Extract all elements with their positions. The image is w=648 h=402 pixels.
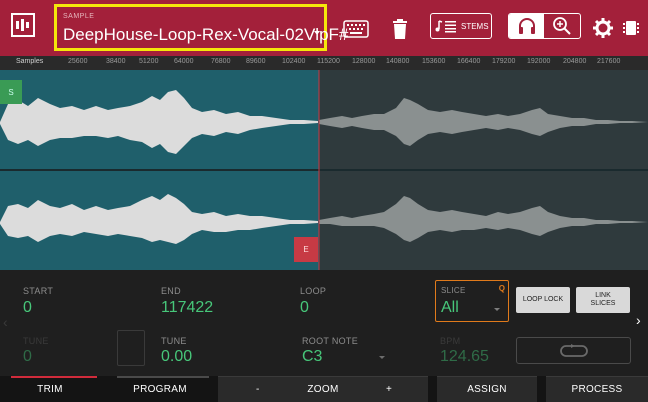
- ruler-tick: 89600: [246, 58, 266, 65]
- header-bar: SAMPLE DeepHouse-Loop-Rex-Vocal-02VlpF#: [0, 0, 648, 56]
- root-note-label: ROOT NOTE: [302, 336, 359, 346]
- ruler-tick: 115200: [317, 58, 340, 65]
- parameter-panel: START 0 END 117422 LOOP 0 SLICE Q All LO…: [0, 270, 648, 376]
- keyboard-icon[interactable]: [343, 20, 369, 38]
- ruler-tick: 51200: [139, 58, 159, 65]
- tune-label: TUNE: [161, 336, 187, 346]
- ruler-tick: 140800: [386, 58, 410, 65]
- chip-icon[interactable]: [623, 19, 639, 37]
- sample-selector[interactable]: SAMPLE DeepHouse-Loop-Rex-Vocal-02VlpF#: [54, 4, 348, 51]
- waveform-view[interactable]: S E: [0, 70, 648, 270]
- slice-label: SLICE: [441, 286, 466, 295]
- end-marker[interactable]: E: [294, 237, 318, 262]
- ruler-tick: 192000: [527, 58, 551, 65]
- slice-value: All: [441, 299, 459, 316]
- chevron-down-icon: [379, 356, 385, 359]
- start-marker[interactable]: S: [0, 80, 22, 104]
- tab-process[interactable]: PROCESS: [546, 376, 648, 402]
- ruler-tick: 128000: [352, 58, 376, 65]
- slice-badge: Q: [498, 284, 505, 293]
- loop-label: LOOP: [300, 286, 327, 296]
- tab-program[interactable]: PROGRAM: [110, 376, 210, 402]
- sample-name: DeepHouse-Loop-Rex-Vocal-02VlpF#: [63, 25, 349, 44]
- view-toggle: [508, 13, 581, 39]
- ruler-tick: 166400: [457, 58, 481, 65]
- stems-button[interactable]: STEMS: [430, 13, 492, 39]
- hidden-param-label: TUNE: [23, 336, 49, 346]
- ruler-tick: 153600: [422, 58, 446, 65]
- zoom-in-button[interactable]: +: [386, 384, 392, 395]
- end-label: END: [161, 286, 181, 296]
- zoom-icon[interactable]: [544, 14, 580, 38]
- loop-lock-button[interactable]: LOOP LOCK: [516, 287, 570, 313]
- headphones-icon[interactable]: [509, 14, 545, 38]
- link-slices-button[interactable]: LINK SLICES: [576, 287, 630, 313]
- root-note-value[interactable]: C3: [302, 348, 322, 366]
- chevron-down-icon: [494, 308, 500, 311]
- right-arrow-icon[interactable]: ›: [636, 312, 641, 328]
- start-value[interactable]: 0: [23, 299, 32, 317]
- hidden-param-value: 0: [23, 348, 32, 365]
- ruler-tick: 64000: [174, 58, 194, 65]
- bpm-label: BPM: [440, 336, 461, 346]
- ruler-tick: 204800: [563, 58, 587, 65]
- tab-assign[interactable]: ASSIGN: [437, 376, 537, 402]
- trash-icon[interactable]: [391, 18, 409, 40]
- menu-icon[interactable]: [10, 12, 36, 38]
- sample-edit-screen: SAMPLE DeepHouse-Loop-Rex-Vocal-02VlpF#: [0, 0, 648, 402]
- zoom-control: - ZOOM +: [218, 376, 428, 402]
- sample-label: SAMPLE: [63, 13, 95, 20]
- loop-mode-button[interactable]: [516, 337, 631, 364]
- stems-icon: [435, 20, 456, 33]
- ruler-tick: 25600: [68, 58, 88, 65]
- warp-icon: [117, 330, 145, 366]
- ruler-tick: 102400: [282, 58, 306, 65]
- tune-value[interactable]: 0.00: [161, 348, 192, 366]
- end-value[interactable]: 117422: [161, 299, 213, 317]
- bottom-tab-bar: TRIM PROGRAM - ZOOM + ASSIGN PROCESS: [0, 376, 648, 402]
- sample-ruler: Samples 25600 38400 51200 64000 76800 89…: [0, 56, 648, 70]
- ruler-tick: 38400: [106, 58, 126, 65]
- tab-trim[interactable]: TRIM: [0, 376, 100, 402]
- loop-value[interactable]: 0: [300, 299, 309, 317]
- chevron-down-icon: [314, 31, 320, 35]
- left-arrow-icon[interactable]: ‹: [3, 314, 8, 330]
- gear-icon[interactable]: [592, 17, 614, 39]
- start-label: START: [23, 286, 54, 296]
- ruler-tick: 76800: [211, 58, 231, 65]
- ruler-unit: Samples: [16, 58, 44, 65]
- ruler-tick: 179200: [492, 58, 516, 65]
- zoom-out-button[interactable]: -: [256, 384, 260, 395]
- ruler-tick: 217600: [597, 58, 621, 65]
- loop-icon: [559, 343, 588, 357]
- zoom-label: ZOOM: [307, 384, 339, 395]
- slice-selector[interactable]: SLICE Q All: [435, 280, 509, 322]
- bpm-value: 124.65: [440, 348, 489, 365]
- stems-label: STEMS: [461, 21, 489, 31]
